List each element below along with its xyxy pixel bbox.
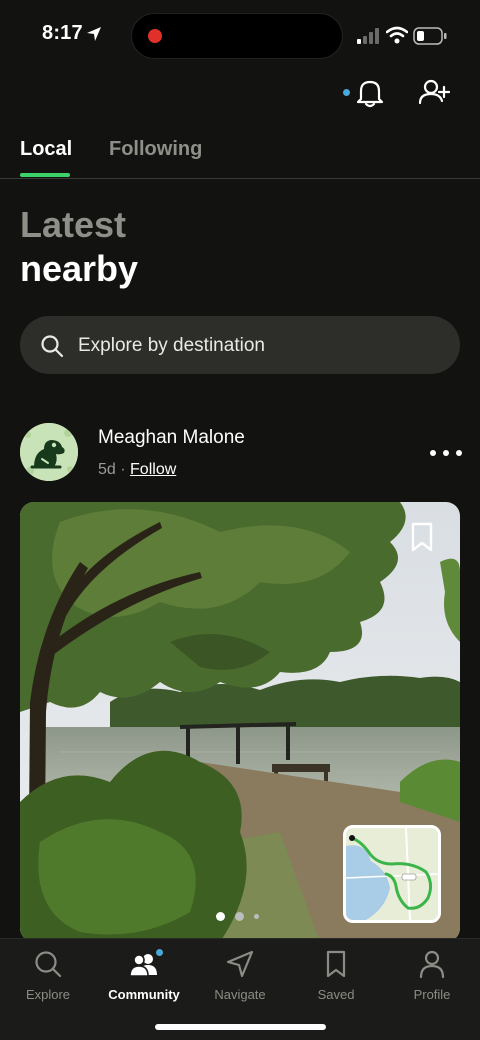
dynamic-island bbox=[131, 13, 343, 59]
notifications-bell-icon[interactable] bbox=[356, 78, 384, 108]
status-time: 8:17 bbox=[42, 22, 83, 44]
section-heading-line1: Latest bbox=[20, 204, 127, 245]
search-placeholder: Explore by destination bbox=[78, 335, 265, 356]
route-mini-map[interactable] bbox=[343, 825, 441, 923]
recording-indicator-icon bbox=[148, 29, 162, 43]
location-arrow-icon bbox=[87, 27, 101, 41]
avatar[interactable] bbox=[20, 423, 78, 481]
nav-saved-label: Saved bbox=[317, 987, 355, 1002]
meta-separator: · bbox=[120, 461, 126, 478]
destination-search[interactable]: Explore by destination bbox=[20, 316, 460, 374]
more-options-icon[interactable] bbox=[430, 446, 462, 460]
nav-community[interactable]: Community bbox=[96, 949, 192, 1002]
nav-explore[interactable]: Explore bbox=[0, 949, 96, 1002]
community-icon bbox=[129, 954, 157, 977]
feed-tabs: Local Following bbox=[0, 135, 480, 179]
carousel-dot bbox=[235, 912, 244, 921]
nav-community-label: Community bbox=[108, 987, 180, 1002]
battery-icon bbox=[413, 27, 447, 45]
bookmark-icon[interactable] bbox=[410, 522, 434, 552]
frog-avatar-icon bbox=[20, 423, 78, 481]
carousel-dot bbox=[254, 914, 259, 919]
post-age: 5d bbox=[98, 461, 116, 478]
search-icon bbox=[41, 335, 64, 358]
nav-navigate-label: Navigate bbox=[214, 987, 266, 1002]
carousel-dot-active bbox=[216, 912, 225, 921]
cellular-signal-icon bbox=[357, 28, 379, 44]
active-tab-indicator bbox=[20, 173, 70, 177]
community-badge bbox=[156, 949, 163, 956]
nav-saved[interactable]: Saved bbox=[288, 949, 384, 1002]
route-map-icon bbox=[346, 828, 438, 920]
follow-link[interactable]: Follow bbox=[130, 461, 176, 478]
post-author-name[interactable]: Meaghan Malone bbox=[98, 427, 245, 449]
post-photo[interactable] bbox=[20, 502, 460, 942]
bookmark-icon bbox=[326, 950, 346, 978]
nav-navigate[interactable]: Navigate bbox=[192, 949, 288, 1002]
tab-following[interactable]: Following bbox=[109, 138, 202, 161]
add-friend-icon[interactable] bbox=[418, 78, 450, 108]
person-icon bbox=[419, 950, 445, 979]
section-heading-line2: nearby bbox=[20, 248, 139, 289]
nav-explore-label: Explore bbox=[25, 987, 71, 1002]
wifi-icon bbox=[386, 26, 408, 44]
home-indicator[interactable] bbox=[155, 1024, 326, 1030]
post-meta: 5d · Follow bbox=[98, 461, 176, 479]
status-bar: 8:17 bbox=[0, 0, 480, 70]
navigate-icon bbox=[226, 950, 254, 978]
tab-local[interactable]: Local bbox=[20, 138, 72, 161]
nav-profile-label: Profile bbox=[413, 987, 451, 1002]
search-icon bbox=[35, 951, 62, 978]
notification-badge bbox=[343, 89, 350, 96]
nav-profile[interactable]: Profile bbox=[384, 949, 480, 1002]
